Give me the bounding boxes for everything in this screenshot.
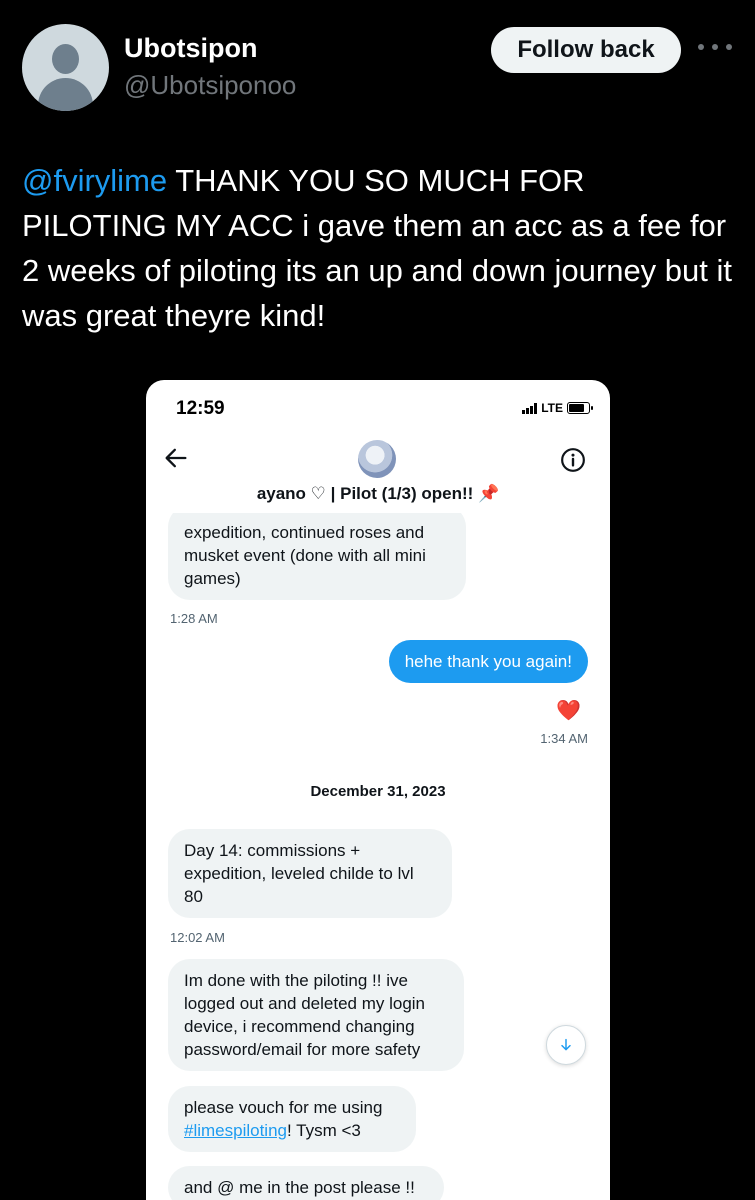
message-timestamp: 1:34 AM [540, 731, 588, 746]
scroll-down-button[interactable] [546, 1025, 586, 1065]
status-indicators: LTE [522, 401, 593, 415]
hashtag-link[interactable]: #limespiloting [184, 1121, 287, 1140]
message-timestamp: 1:28 AM [170, 611, 218, 626]
chat-name: ayano ♡ | Pilot (1/3) open!! 📌 [256, 484, 500, 503]
more-icon[interactable] [698, 32, 732, 62]
author-avatar[interactable] [22, 24, 109, 111]
chat-avatar [358, 440, 396, 478]
message-text: please vouch for me using [184, 1098, 383, 1117]
message-timestamp: 12:02 AM [170, 930, 225, 945]
message-text: ! Tysm <3 [287, 1121, 361, 1140]
author-display-name[interactable]: Ubotsipon [124, 33, 257, 64]
info-icon [561, 448, 585, 472]
follow-back-button[interactable]: Follow back [491, 27, 681, 73]
message-outgoing: hehe thank you again! [388, 640, 588, 683]
message-incoming: and @ me in the post please !! [168, 1166, 444, 1200]
message-incoming: Day 14: commissions + expedition, levele… [168, 829, 452, 918]
message-incoming: Im done with the piloting !! ive logged … [168, 959, 464, 1071]
message-incoming: please vouch for me using #limespiloting!… [168, 1086, 416, 1152]
mention-link[interactable]: @fvirylime [22, 163, 167, 198]
battery-icon [567, 402, 593, 414]
back-arrow-icon [165, 448, 187, 468]
tweet-text: @fvirylime THANK YOU SO MUCH FOR PILOTIN… [22, 158, 734, 338]
message-list: expedition, continued roses and musket e… [146, 513, 610, 1200]
signal-icon [522, 402, 538, 414]
network-label: LTE [541, 401, 563, 415]
scroll-down-icon [561, 1038, 571, 1051]
message-incoming: expedition, continued roses and musket e… [168, 513, 466, 600]
author-handle[interactable]: @Ubotsiponoo [124, 70, 296, 101]
date-separator: December 31, 2023 [310, 783, 446, 800]
attached-screenshot[interactable]: 12:59 LTE ayano ♡ | Pilot (1/3) open!! 📌… [146, 380, 610, 1200]
status-time: 12:59 [176, 398, 225, 419]
heart-reaction-icon: ❤️ [556, 700, 581, 722]
